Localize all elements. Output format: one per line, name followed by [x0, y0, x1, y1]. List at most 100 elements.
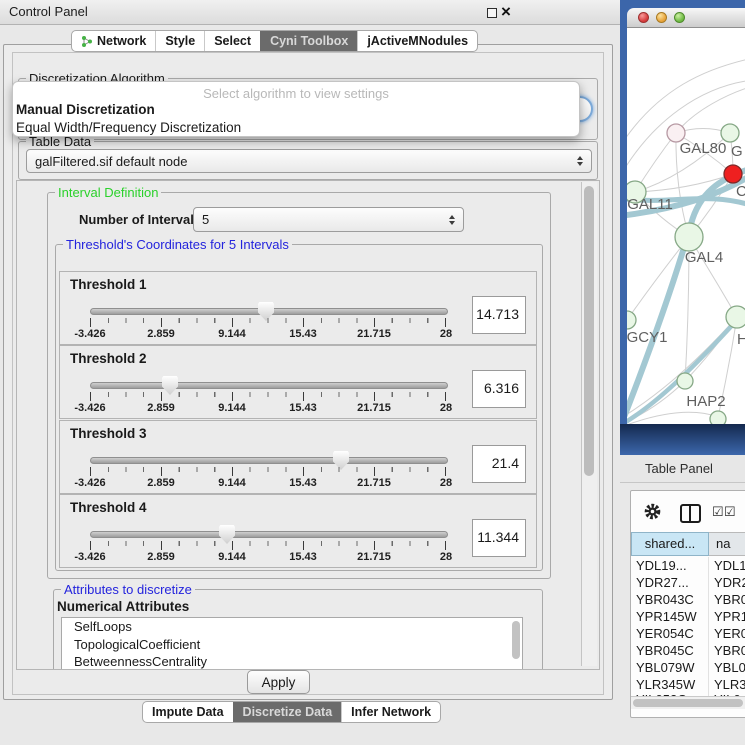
- main-scrollbar-track[interactable]: [581, 182, 597, 666]
- table-row[interactable]: YER054CYER0: [631, 625, 745, 642]
- threshold-4-slider[interactable]: [90, 531, 448, 538]
- network-canvas[interactable]: GAL80 G C GAL11 GAL4 GCY1 H HAP2: [627, 28, 745, 424]
- checkbox-icon[interactable]: ☑: [724, 504, 736, 520]
- tick-label: -3.426: [74, 477, 105, 489]
- tick-label: 21.715: [357, 328, 391, 340]
- minimize-traffic-light-icon[interactable]: [656, 12, 667, 23]
- zoom-traffic-light-icon[interactable]: [674, 12, 685, 23]
- threshold-2-value-field[interactable]: 6.316: [472, 370, 526, 408]
- node-partial-bottom[interactable]: [710, 411, 726, 424]
- node-gal4[interactable]: [675, 223, 703, 251]
- tick-label: 9.144: [218, 402, 246, 414]
- apply-button[interactable]: Apply: [247, 670, 310, 694]
- tick-label: -3.426: [74, 328, 105, 340]
- select-all-checkbox-icon[interactable]: ☑: [712, 504, 724, 520]
- network-icon: [81, 35, 93, 48]
- tick-label: 28: [440, 328, 452, 340]
- tick-label: -3.426: [74, 402, 105, 414]
- table-row[interactable]: YBR045CYBR0: [631, 642, 745, 659]
- list-item[interactable]: BetweennessCentrality: [62, 653, 522, 670]
- tick-label: 21.715: [357, 402, 391, 414]
- tab-infer-network[interactable]: Infer Network: [341, 702, 440, 722]
- tick-label: 28: [440, 402, 452, 414]
- table-hscrollbar-track[interactable]: [631, 696, 745, 709]
- thresholds-group-label: Threshold's Coordinates for 5 Intervals: [63, 237, 292, 252]
- threshold-1-value-field[interactable]: 14.713: [472, 296, 526, 334]
- node-label: G: [731, 143, 743, 160]
- bottom-tab-bar: Impute Data Discretize Data Infer Networ…: [142, 701, 441, 723]
- tab-network[interactable]: Network: [72, 31, 155, 51]
- numerical-attributes-label: Numerical Attributes: [57, 599, 189, 614]
- combo-arrows-icon: [571, 156, 583, 166]
- threshold-2-panel: Threshold 2 -3.426 2.859 9.144 15.43 21.…: [59, 345, 537, 419]
- tick-marks: [90, 318, 447, 327]
- node-hap2[interactable]: [677, 373, 693, 389]
- tick-label: 15.43: [289, 402, 317, 414]
- close-icon[interactable]: ×: [501, 1, 511, 23]
- threshold-3-value-field[interactable]: 21.4: [472, 445, 526, 483]
- table-panel-title: Table Panel: [645, 461, 713, 476]
- node-label: GAL4: [685, 249, 723, 266]
- tick-label: 9.144: [218, 477, 246, 489]
- threshold-3-panel: Threshold 3 -3.426 2.859 9.144 15.43 21.…: [59, 420, 537, 494]
- threshold-1-label: Threshold 1: [70, 277, 147, 292]
- tick-marks: [90, 467, 447, 476]
- numerical-attributes-list: SelfLoops TopologicalCoefficient Between…: [61, 617, 523, 670]
- dropdown-item-equal-width[interactable]: Equal Width/Frequency Discretization: [13, 119, 579, 137]
- tick-label: -3.426: [74, 551, 105, 563]
- settings-scrollpane: Interval Definition Number of Intervals …: [16, 180, 600, 670]
- column-header-name[interactable]: na: [709, 532, 745, 556]
- tick-label: 15.43: [289, 477, 317, 489]
- table-card: ☑ ☑ shared... na YDL19...YDL1 YDR27...YD…: [630, 490, 745, 718]
- tab-cyni-toolbox[interactable]: Cyni Toolbox: [260, 31, 357, 51]
- node-red-selected[interactable]: [724, 165, 742, 183]
- tab-select[interactable]: Select: [204, 31, 260, 51]
- columns-icon: [680, 504, 701, 523]
- table-row[interactable]: YPR145WYPR1: [631, 608, 745, 625]
- show-columns-button[interactable]: [680, 504, 701, 523]
- node-label: C: [736, 183, 745, 200]
- table-row[interactable]: YDL19...YDL1: [631, 557, 745, 574]
- node-label: GAL11: [627, 196, 673, 213]
- table-row[interactable]: YBL079WYBL0: [631, 659, 745, 676]
- node-label: GCY1: [627, 329, 667, 346]
- table-data-combobox[interactable]: galFiltered.sif default node: [26, 149, 592, 173]
- tab-discretize-data[interactable]: Discretize Data: [233, 702, 342, 722]
- float-panel-icon[interactable]: [487, 8, 497, 18]
- num-intervals-label: Number of Intervals: [79, 212, 201, 227]
- threshold-4-value-field[interactable]: 11.344: [472, 519, 526, 557]
- table-settings-button[interactable]: [644, 503, 661, 525]
- node-label: HAP2: [686, 393, 725, 410]
- dropdown-item-manual[interactable]: Manual Discretization: [13, 101, 579, 119]
- table-row[interactable]: YBR043CYBR0: [631, 591, 745, 608]
- close-traffic-light-icon[interactable]: [638, 12, 649, 23]
- dropdown-hint: Select algorithm to view settings: [13, 82, 579, 101]
- list-scrollbar-thumb[interactable]: [512, 621, 520, 659]
- gear-icon: [644, 503, 661, 520]
- threshold-2-slider[interactable]: [90, 382, 448, 389]
- list-item[interactable]: TopologicalCoefficient: [62, 636, 522, 654]
- node-right[interactable]: [726, 306, 745, 328]
- tick-label: 2.859: [147, 551, 175, 563]
- tick-label: 2.859: [147, 477, 175, 489]
- tab-style[interactable]: Style: [155, 31, 204, 51]
- tick-label: 15.43: [289, 551, 317, 563]
- tab-impute-data[interactable]: Impute Data: [143, 702, 233, 722]
- tick-label: 15.43: [289, 328, 317, 340]
- column-header-shared-name[interactable]: shared...: [631, 532, 709, 556]
- table-panel-titlebar: Table Panel: [620, 455, 745, 483]
- network-frame-bottom: [620, 424, 745, 455]
- tab-jactivemnodules[interactable]: jActiveMNodules: [357, 31, 477, 51]
- threshold-3-slider[interactable]: [90, 457, 448, 464]
- threshold-4-label: Threshold 4: [70, 500, 147, 515]
- attributes-group-label: Attributes to discretize: [61, 582, 195, 597]
- main-scrollbar-thumb[interactable]: [584, 186, 594, 476]
- list-item[interactable]: SelfLoops: [62, 618, 522, 636]
- table-row[interactable]: YDR27...YDR2: [631, 574, 745, 591]
- num-intervals-combobox[interactable]: 5: [193, 207, 464, 232]
- node-label: H: [737, 331, 745, 348]
- node-gcy1[interactable]: [627, 311, 636, 329]
- network-window-titlebar[interactable]: [627, 8, 745, 28]
- table-hscrollbar-thumb[interactable]: [633, 699, 743, 707]
- threshold-3-label: Threshold 3: [70, 426, 147, 441]
